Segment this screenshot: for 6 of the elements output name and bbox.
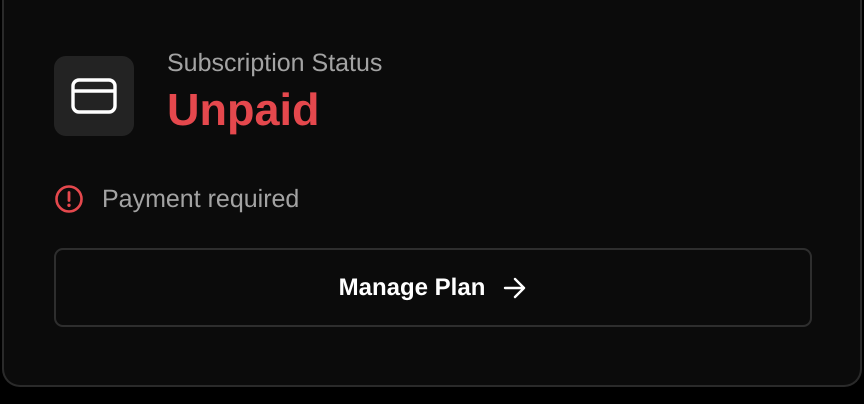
- subscription-label: Subscription Status: [167, 48, 382, 79]
- subscription-status: Unpaid: [167, 83, 320, 137]
- manage-plan-button[interactable]: Manage Plan: [54, 248, 812, 327]
- arrow-right-icon: [503, 276, 528, 298]
- credit-card-icon: [54, 56, 134, 136]
- notice-text: Payment required: [102, 184, 300, 214]
